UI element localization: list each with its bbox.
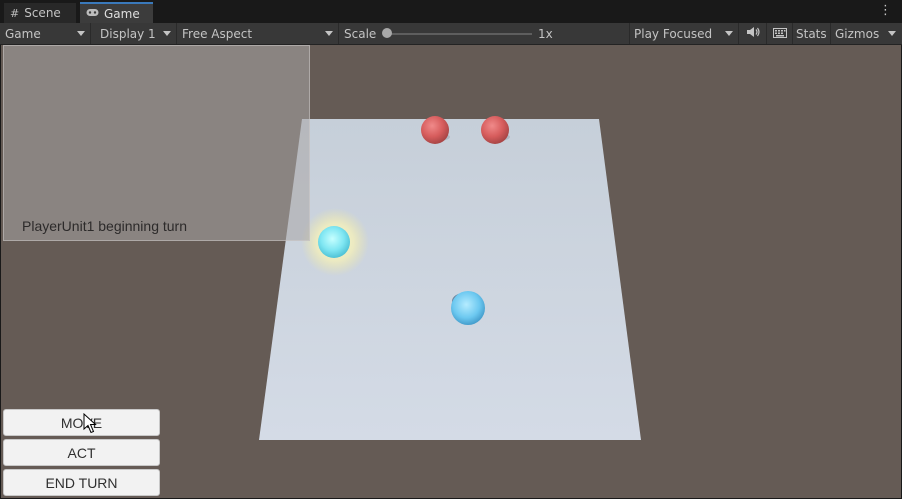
mode-dropdown-value: Game [5, 26, 41, 41]
tab-bar: # Scene Game ⋮ [0, 0, 902, 24]
stats-label: Stats [796, 26, 827, 41]
chevron-down-icon [163, 31, 171, 36]
mode-dropdown[interactable]: Game [0, 23, 91, 44]
tab-scene-label: Scene [24, 6, 61, 20]
gizmos-label: Gizmos [835, 26, 880, 41]
turn-log-message: PlayerUnit1 beginning turn [22, 218, 187, 234]
chevron-down-icon [77, 31, 85, 36]
gizmos-dropdown[interactable]: Gizmos [831, 23, 902, 44]
act-button[interactable]: ACT [3, 439, 160, 466]
scale-slider-handle[interactable] [382, 28, 392, 38]
display-dropdown[interactable]: Display 1 [91, 23, 177, 44]
scale-value: 1x [538, 26, 553, 41]
speaker-icon [746, 26, 760, 41]
keyboard-icon [773, 27, 787, 41]
play-mode-dropdown[interactable]: Play Focused [630, 23, 739, 44]
game-viewport[interactable]: PlayerUnit1 beginning turn MOVE ACT END … [1, 45, 901, 498]
chevron-down-icon [325, 31, 333, 36]
scale-slider-track[interactable] [386, 33, 532, 35]
gamepad-icon [86, 7, 99, 20]
enemy-unit-2 [481, 116, 509, 144]
chevron-down-icon [888, 31, 896, 36]
turn-log-panel: PlayerUnit1 beginning turn [3, 45, 310, 241]
act-button-label: ACT [67, 444, 96, 461]
unity-editor-window: # Scene Game ⋮ Game Display 1 Free Aspec… [0, 0, 902, 499]
play-mode-value: Play Focused [634, 26, 713, 41]
game-board-plane [259, 119, 641, 440]
scale-label: Scale [344, 26, 377, 41]
player-unit-2 [451, 291, 485, 325]
aspect-dropdown-value: Free Aspect [182, 26, 253, 41]
player-unit-1 [318, 226, 350, 258]
mouse-cursor-icon [83, 413, 97, 434]
keyboard-shortcuts-button[interactable] [767, 23, 793, 44]
aspect-dropdown[interactable]: Free Aspect [177, 23, 339, 44]
grid-icon: # [10, 6, 20, 20]
game-view-toolbar: Game Display 1 Free Aspect Scale 1x Play… [0, 23, 902, 45]
tab-game-label: Game [104, 6, 140, 21]
chevron-down-icon [725, 31, 733, 36]
stats-button[interactable]: Stats [793, 23, 831, 44]
end-turn-button[interactable]: END TURN [3, 469, 160, 496]
display-dropdown-value: Display 1 [100, 26, 156, 41]
more-options-icon[interactable]: ⋮ [879, 4, 892, 18]
mute-audio-button[interactable] [739, 23, 767, 44]
end-turn-button-label: END TURN [45, 474, 118, 491]
move-button[interactable]: MOVE [3, 409, 160, 436]
enemy-unit-1 [421, 116, 449, 144]
tab-game[interactable]: Game [80, 2, 153, 23]
tab-scene[interactable]: # Scene [4, 3, 76, 23]
